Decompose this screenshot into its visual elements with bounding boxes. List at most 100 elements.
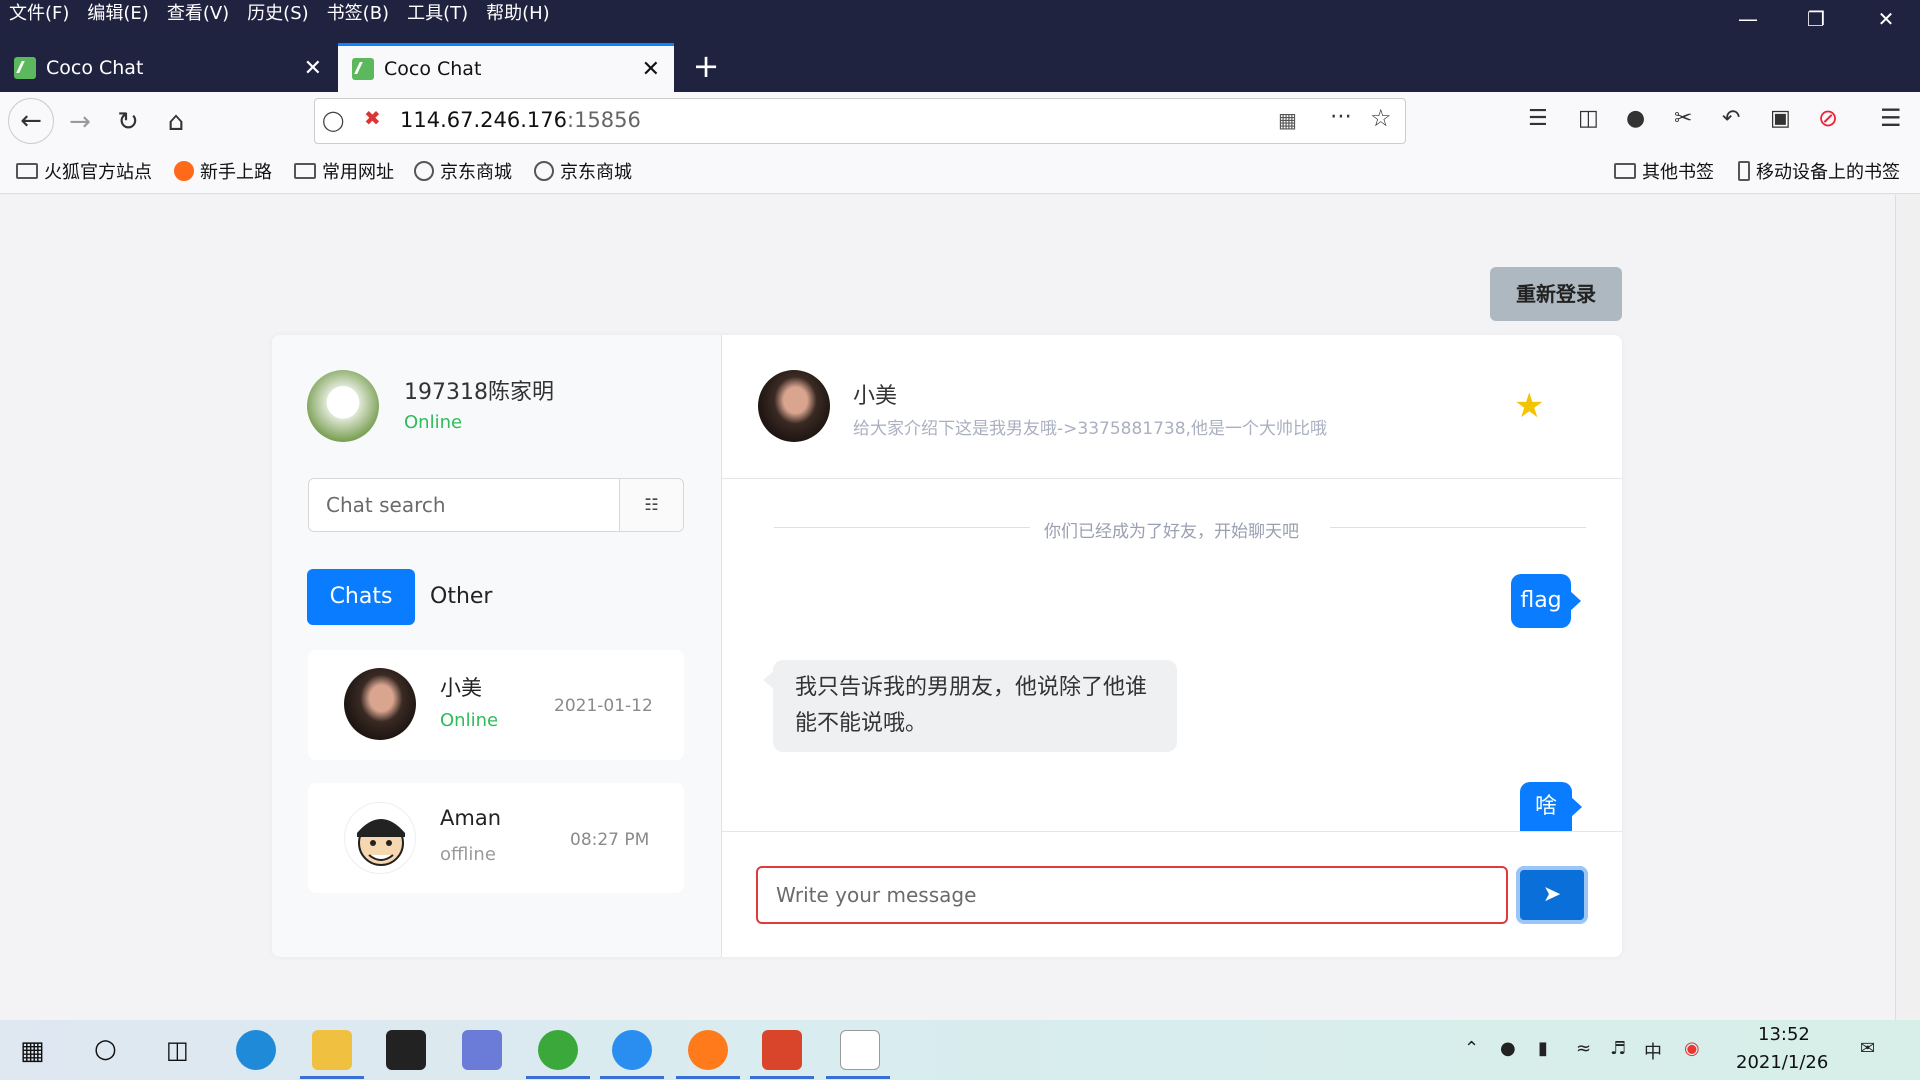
bookmark-label: 移动设备上的书签 (1756, 162, 1900, 183)
filter-icon: ☷ (644, 495, 659, 514)
document-icon[interactable] (840, 1030, 880, 1070)
peer-avatar[interactable] (758, 370, 830, 442)
clock-time[interactable]: 13:52 (1758, 1024, 1810, 1045)
firefox-icon[interactable] (688, 1030, 728, 1070)
close-tab-icon[interactable]: ✕ (304, 56, 322, 81)
contact-avatar (344, 668, 416, 740)
search-button[interactable]: ☷ (619, 479, 683, 531)
hamburger-menu-icon[interactable]: ☰ (1880, 104, 1902, 132)
paper-plane-icon: ➤ (1542, 882, 1562, 907)
contact-time: 08:27 PM (570, 830, 650, 850)
message-incoming: 我只告诉我的男朋友，他说除了他谁能不能说哦。 (763, 660, 1177, 752)
relogin-button[interactable]: 重新登录 (1490, 267, 1622, 321)
star-icon[interactable]: ★ (1514, 389, 1544, 423)
menu-file[interactable]: 文件(F) (0, 0, 78, 28)
cartoon-avatar-icon (357, 819, 405, 866)
menu-history[interactable]: 历史(S) (238, 0, 317, 28)
bookmark-3[interactable]: 常用网址 (294, 158, 394, 184)
battery-icon[interactable]: ▮ (1538, 1038, 1548, 1059)
browser-tab-2-active[interactable]: Coco Chat ✕ (338, 43, 674, 92)
bookmark-star-icon[interactable]: ☆ (1370, 104, 1392, 132)
bookmark-other[interactable]: 其他书签 (1614, 158, 1714, 184)
browser-tab-1[interactable]: Coco Chat ✕ (0, 46, 336, 90)
bookmark-label: 常用网址 (322, 162, 394, 183)
back-arrow-icon[interactable]: ← (8, 98, 54, 144)
file-explorer-icon[interactable] (312, 1030, 352, 1070)
undo-icon[interactable]: ↶ (1722, 106, 1740, 131)
globe-icon (534, 161, 554, 181)
contact-avatar (344, 802, 416, 874)
active-indicator (826, 1076, 890, 1079)
block-icon[interactable]: ⊘ (1818, 104, 1838, 132)
account-icon[interactable]: ● (1626, 106, 1645, 131)
contact-name: Aman (440, 806, 502, 830)
insecure-lock-icon[interactable]: ✖ (364, 106, 381, 130)
menu-bookmarks[interactable]: 书签(B) (318, 0, 398, 28)
tab-chats[interactable]: Chats (307, 569, 415, 625)
new-tab-icon[interactable]: + (686, 46, 726, 86)
chat-search-input[interactable] (310, 480, 616, 530)
bookmark-4[interactable]: 京东商城 (414, 158, 512, 184)
message-outgoing: flag (1511, 574, 1581, 628)
qr-code-icon[interactable]: ▦ (1278, 108, 1297, 132)
tray-chevron-icon[interactable]: ⌃ (1464, 1038, 1479, 1059)
tray-app-icon[interactable]: ◉ (1684, 1038, 1700, 1059)
shield-icon[interactable]: ◯ (322, 108, 344, 132)
restore-icon[interactable]: ❐ (1786, 4, 1846, 34)
message-input[interactable] (756, 866, 1508, 924)
my-avatar[interactable] (307, 370, 379, 442)
home-icon[interactable]: ⌂ (154, 100, 198, 144)
edge-icon[interactable] (236, 1030, 276, 1070)
ime-icon[interactable]: 中 (1644, 1038, 1662, 1064)
tab-title: Coco Chat (384, 58, 482, 80)
scrollbar[interactable] (1895, 195, 1920, 1020)
notification-icon[interactable]: ✉ (1860, 1038, 1875, 1059)
office-icon[interactable] (762, 1030, 802, 1070)
reload-icon[interactable]: ↻ (106, 100, 150, 144)
app-icon[interactable] (462, 1030, 502, 1070)
menu-edit[interactable]: 编辑(E) (78, 0, 157, 28)
chat-app-icon[interactable] (612, 1030, 652, 1070)
firefox-icon (174, 161, 194, 181)
forward-arrow-icon[interactable]: → (58, 100, 102, 144)
screenshot-icon[interactable]: ✂ (1674, 106, 1692, 131)
url-text[interactable]: 114.67.246.176:15856 (400, 108, 641, 132)
menu-view[interactable]: 查看(V) (158, 0, 238, 28)
windows-start-icon[interactable]: ▦ (20, 1036, 45, 1066)
bookmark-label: 京东商城 (560, 162, 632, 183)
active-indicator (600, 1076, 664, 1079)
bookmark-5[interactable]: 京东商城 (534, 158, 632, 184)
phone-icon (1738, 161, 1750, 181)
send-button[interactable]: ➤ (1516, 866, 1588, 924)
menu-tools[interactable]: 工具(T) (398, 0, 477, 28)
globe-icon (414, 161, 434, 181)
store-icon[interactable] (386, 1030, 426, 1070)
folder-icon (1614, 163, 1636, 179)
taskbar (0, 1020, 1920, 1080)
task-view-icon[interactable]: ◫ (166, 1036, 189, 1064)
clock-date[interactable]: 2021/1/26 (1736, 1052, 1828, 1073)
container-icon[interactable]: ▣ (1770, 106, 1791, 131)
close-tab-icon[interactable]: ✕ (642, 57, 660, 82)
bookmark-2[interactable]: 新手上路 (174, 158, 272, 184)
bookmark-1[interactable]: 火狐官方站点 (16, 158, 152, 184)
minimize-icon[interactable]: — (1718, 4, 1778, 34)
friend-notice: 你们已经成为了好友，开始聊天吧 (1044, 522, 1299, 542)
active-indicator (526, 1076, 590, 1079)
tray-avatar-icon[interactable]: ● (1500, 1038, 1516, 1059)
library-icon[interactable]: ☰ (1528, 106, 1548, 131)
more-actions-icon[interactable]: ⋯ (1330, 104, 1352, 129)
volume-icon[interactable]: ♬ (1610, 1038, 1626, 1059)
bookmark-label: 其他书签 (1642, 162, 1714, 183)
ie-icon[interactable] (538, 1030, 578, 1070)
close-window-icon[interactable]: ✕ (1856, 4, 1916, 34)
bookmark-mobile[interactable]: 移动设备上的书签 (1738, 158, 1900, 184)
bookmark-label: 京东商城 (440, 162, 512, 183)
tab-other[interactable]: Other (430, 569, 510, 625)
wifi-icon[interactable]: ≈ (1576, 1038, 1591, 1059)
contact-time: 2021-01-12 (554, 696, 653, 716)
search-circle-icon[interactable]: ○ (94, 1034, 117, 1064)
bookmark-label: 新手上路 (200, 162, 272, 183)
menu-help[interactable]: 帮助(H) (477, 0, 559, 28)
sidebar-icon[interactable]: ◫ (1578, 106, 1599, 131)
